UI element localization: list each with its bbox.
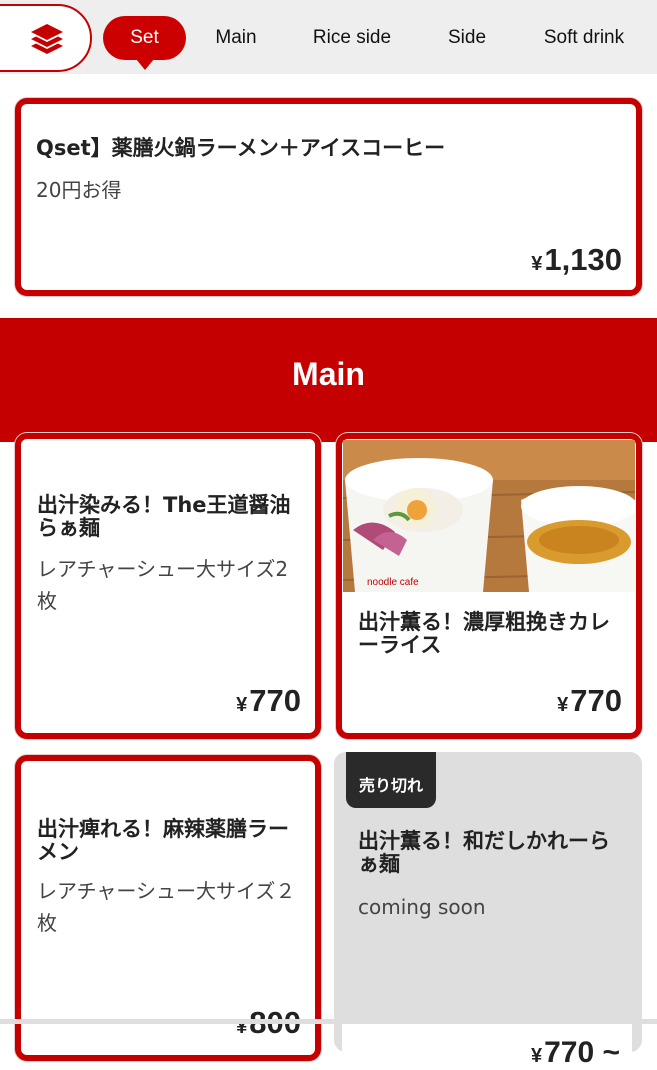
price-strip: ¥770 ~: [342, 1022, 632, 1069]
tab-side[interactable]: Side: [436, 16, 498, 60]
item-price: ¥770: [236, 683, 301, 719]
bottom-divider: [0, 1019, 657, 1024]
category-menu-button[interactable]: [0, 4, 92, 72]
item-description: 20円お得: [36, 178, 122, 202]
item-price: ¥1,130: [531, 242, 622, 278]
item-title: 出汁薫る！和だしかれーらぁ麺: [358, 829, 610, 876]
item-description: レアチャーシュー大サイズ2枚: [37, 557, 289, 613]
tab-rice-side[interactable]: Rice side: [298, 16, 406, 60]
menu-item-card[interactable]: 出汁染みる！The王道醤油らぁ麺 レアチャーシュー大サイズ2枚 ¥770: [15, 433, 321, 739]
item-title: Qset】薬膳火鍋ラーメン＋アイスコーヒー: [36, 136, 446, 160]
menu-item-card-sold-out: 売り切れ 出汁薫る！和だしかれーらぁ麺 coming soon ¥770 ~: [334, 752, 642, 1069]
svg-text:noodle cafe: noodle cafe: [367, 577, 419, 588]
yen-symbol: ¥: [531, 253, 543, 275]
price-value: 770: [570, 683, 622, 718]
tab-main[interactable]: Main: [200, 16, 272, 60]
layers-icon: [31, 24, 63, 54]
yen-symbol: ¥: [236, 694, 248, 716]
item-title: 出汁薫る！濃厚粗挽きカレーライス: [358, 610, 610, 657]
price-value: 770 ~: [544, 1036, 620, 1069]
tab-soft-drink[interactable]: Soft drink: [528, 16, 640, 60]
item-price: ¥770 ~: [531, 1036, 620, 1070]
price-value: 1,130: [544, 242, 622, 277]
yen-symbol: ¥: [530, 1045, 543, 1067]
section-title-main: Main: [292, 356, 365, 392]
tab-set[interactable]: Set: [103, 16, 186, 70]
menu-item-card[interactable]: 出汁痺れる！麻辣薬膳ラーメン レアチャーシュー大サイズ２枚 ¥800: [15, 755, 321, 1061]
menu-item-card[interactable]: noodle cafe 出汁薫る！濃厚粗挽きカレーライス ¥770: [336, 433, 642, 739]
item-description: coming soon: [358, 895, 486, 919]
price-value: 770: [249, 683, 301, 718]
item-title: 出汁染みる！The王道醤油らぁ麺: [37, 493, 291, 540]
item-description: レアチャーシュー大サイズ２枚: [37, 879, 296, 935]
category-nav: Set Main Rice side Side Soft drink: [0, 0, 657, 74]
item-title: 出汁痺れる！麻辣薬膳ラーメン: [37, 817, 289, 864]
sold-out-badge: 売り切れ: [346, 752, 437, 808]
curry-rice-photo: noodle cafe: [343, 440, 635, 592]
menu-item-card[interactable]: Qset】薬膳火鍋ラーメン＋アイスコーヒー 20円お得 ¥1,130: [15, 98, 642, 296]
yen-symbol: ¥: [557, 694, 569, 716]
item-price: ¥770: [557, 683, 622, 719]
